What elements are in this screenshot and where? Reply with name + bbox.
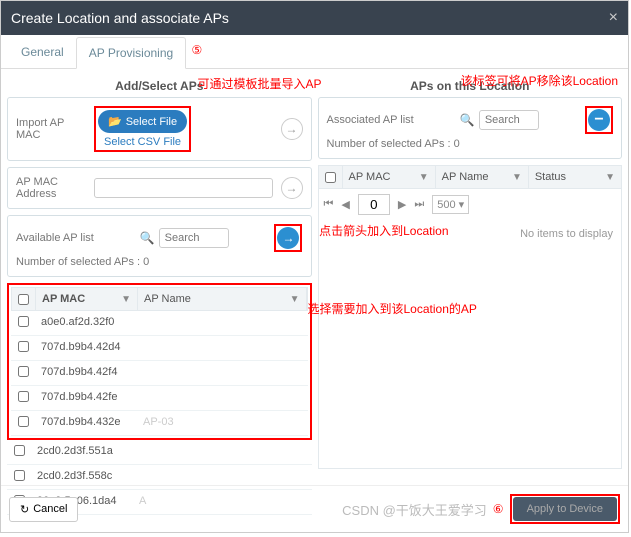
annot-import: 可通过模板批量导入AP bbox=[197, 75, 321, 92]
row-name: AP-03 bbox=[137, 411, 308, 435]
col-name-r[interactable]: AP Name bbox=[442, 171, 489, 183]
titlebar: Create Location and associate APs × bbox=[1, 1, 628, 35]
assoc-search-input[interactable] bbox=[479, 110, 539, 130]
pager-next-icon[interactable]: ▶ bbox=[398, 198, 406, 211]
mac-input[interactable] bbox=[94, 178, 273, 198]
folder-icon: 📂 bbox=[108, 115, 122, 128]
add-to-location-button[interactable]: → bbox=[277, 227, 299, 249]
row-checkbox[interactable] bbox=[18, 341, 29, 352]
assoc-label: Associated AP list bbox=[327, 114, 414, 126]
row-checkbox[interactable] bbox=[18, 391, 29, 402]
apply-button[interactable]: Apply to Device bbox=[513, 497, 617, 521]
row-mac: 707d.b9b4.42f4 bbox=[35, 361, 137, 385]
modal: Create Location and associate APs × Gene… bbox=[0, 0, 629, 533]
table-row[interactable]: 707d.b9b4.432e AP-03 bbox=[11, 411, 308, 436]
import-panel: Import AP MAC 📂 Select File Select CSV F… bbox=[7, 97, 312, 161]
col-mac[interactable]: AP MAC bbox=[42, 293, 85, 305]
assoc-table-head: AP MAC ▼ AP Name ▼ Status ▼ bbox=[318, 165, 623, 189]
row-name bbox=[133, 440, 312, 464]
annot-select: 选择需要加入到该Location的AP bbox=[308, 300, 477, 317]
search-icon: 🔍 bbox=[140, 231, 155, 245]
table-row[interactable]: 707d.b9b4.42d4 bbox=[11, 336, 308, 361]
pager-first-icon[interactable]: ⏮ bbox=[324, 198, 334, 211]
filter-icon[interactable]: ▼ bbox=[419, 172, 429, 183]
row-checkbox[interactable] bbox=[14, 470, 25, 481]
avail-count: Number of selected APs : 0 bbox=[16, 256, 303, 268]
table-row[interactable]: 707d.b9b4.42f4 bbox=[11, 361, 308, 386]
tab-general[interactable]: General bbox=[9, 37, 76, 68]
row-name bbox=[137, 386, 308, 410]
row-checkbox[interactable] bbox=[14, 445, 25, 456]
filter-icon[interactable]: ▼ bbox=[121, 294, 131, 305]
avail-search-input[interactable] bbox=[159, 228, 229, 248]
filter-icon[interactable]: ▼ bbox=[605, 172, 615, 183]
row-name bbox=[137, 361, 308, 385]
undo-icon: ↻ bbox=[20, 503, 29, 516]
col-status-r[interactable]: Status bbox=[535, 171, 566, 183]
cancel-button[interactable]: ↻ Cancel bbox=[9, 497, 78, 522]
pager: ⏮ ◀ ▶ ⏭ 500 ▾ bbox=[319, 189, 622, 220]
annot-remove: 该标签可将AP移除该Location bbox=[461, 74, 618, 88]
select-file-button[interactable]: 📂 Select File bbox=[98, 110, 187, 133]
search-icon: 🔍 bbox=[460, 113, 475, 127]
row-checkbox[interactable] bbox=[18, 366, 29, 377]
avail-table-head: AP MAC ▼ AP Name ▼ bbox=[11, 287, 308, 311]
row-mac: 2cd0.2d3f.551a bbox=[31, 440, 133, 464]
mac-panel: AP MAC Address → bbox=[7, 167, 312, 209]
assoc-select-all[interactable] bbox=[325, 172, 336, 183]
cancel-label: Cancel bbox=[33, 503, 67, 515]
annot-arrow: 点击箭头加入到Location bbox=[319, 222, 448, 239]
footer: ↻ Cancel CSDN @干饭大王爱学习 ⑥ Apply to Device bbox=[1, 485, 628, 532]
row-mac: 707d.b9b4.432e bbox=[35, 411, 137, 435]
table-row[interactable]: 2cd0.2d3f.551a bbox=[7, 440, 312, 465]
mac-arrow-button[interactable]: → bbox=[281, 177, 303, 199]
avail-label: Available AP list bbox=[16, 232, 94, 244]
close-icon[interactable]: × bbox=[609, 9, 618, 27]
watermark: CSDN @干饭大王爱学习 bbox=[342, 500, 487, 519]
row-mac: a0e0.af2d.32f0 bbox=[35, 311, 137, 335]
tabs: General AP Provisioning ⑤ bbox=[1, 37, 628, 69]
assoc-panel: Associated AP list 🔍 − Number of selecte… bbox=[318, 97, 623, 159]
left-column: Add/Select APs 可通过模板批量导入AP Import AP MAC… bbox=[7, 75, 312, 515]
row-mac: 707d.b9b4.42fe bbox=[35, 386, 137, 410]
select-all-checkbox[interactable] bbox=[18, 294, 29, 305]
body: Add/Select APs 可通过模板批量导入AP Import AP MAC… bbox=[1, 69, 628, 521]
row-name bbox=[137, 311, 308, 335]
right-column: APs on this Location 该标签可将AP移除该Location … bbox=[318, 75, 623, 515]
col-mac-r[interactable]: AP MAC bbox=[349, 171, 391, 183]
row-mac: 707d.b9b4.42d4 bbox=[35, 336, 137, 360]
select-csv-link[interactable]: Select CSV File bbox=[98, 136, 187, 148]
mac-label: AP MAC Address bbox=[16, 176, 86, 200]
available-panel: Available AP list 🔍 → Number of selected… bbox=[7, 215, 312, 277]
annotation-6: ⑥ bbox=[493, 502, 504, 516]
table-row[interactable]: a0e0.af2d.32f0 bbox=[11, 311, 308, 336]
filter-icon[interactable]: ▼ bbox=[290, 294, 300, 305]
pager-prev-icon[interactable]: ◀ bbox=[341, 198, 349, 211]
modal-title: Create Location and associate APs bbox=[11, 10, 229, 26]
pager-page-input[interactable] bbox=[358, 194, 390, 215]
remove-button[interactable]: − bbox=[588, 109, 610, 131]
filter-icon[interactable]: ▼ bbox=[512, 172, 522, 183]
import-label: Import AP MAC bbox=[16, 117, 86, 141]
row-checkbox[interactable] bbox=[18, 416, 29, 427]
pager-last-icon[interactable]: ⏭ bbox=[414, 198, 424, 211]
tab-ap-provisioning[interactable]: AP Provisioning bbox=[76, 37, 187, 69]
row-name bbox=[137, 336, 308, 360]
select-file-label: Select File bbox=[126, 116, 177, 128]
annotation-5: ⑤ bbox=[191, 43, 202, 57]
import-arrow-button[interactable]: → bbox=[281, 118, 303, 140]
assoc-count: Number of selected APs : 0 bbox=[327, 138, 614, 150]
pager-size-select[interactable]: 500 ▾ bbox=[432, 195, 469, 214]
col-name[interactable]: AP Name bbox=[144, 293, 191, 305]
avail-rows: a0e0.af2d.32f0 707d.b9b4.42d4 707d.b9b4.… bbox=[11, 311, 308, 436]
table-row[interactable]: 707d.b9b4.42fe bbox=[11, 386, 308, 411]
row-checkbox[interactable] bbox=[18, 316, 29, 327]
